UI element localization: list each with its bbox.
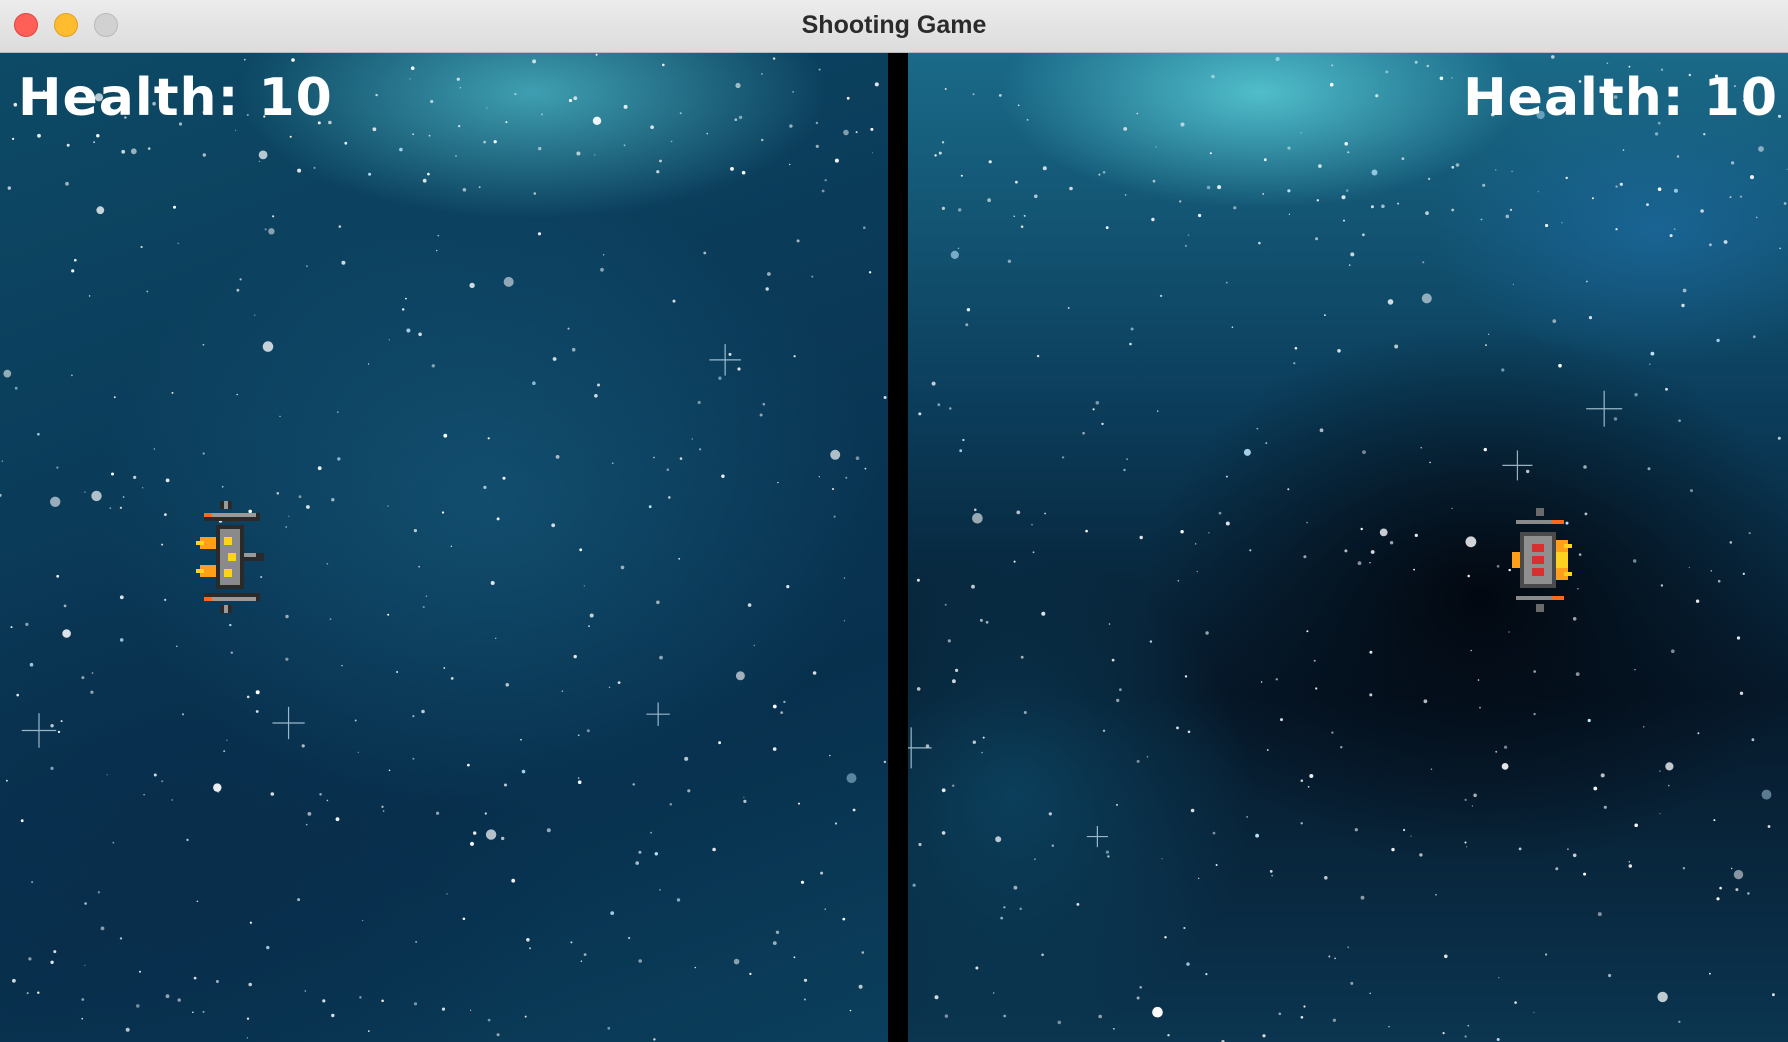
- starfield: [908, 55, 1788, 1042]
- player-one-viewport: Health: 10: [0, 53, 888, 1042]
- player-one-health: Health: 10: [18, 68, 333, 128]
- player-one-ship: [196, 501, 264, 613]
- window-title: Shooting Game: [801, 11, 987, 39]
- game-window: Shooting Game Health: 10 Health: 10: [0, 0, 1788, 1042]
- title-bar: Shooting Game: [0, 0, 1788, 53]
- player-two-ship: [1512, 508, 1572, 612]
- split-screen-divider: [888, 53, 908, 1042]
- game-canvas[interactable]: Health: 10 Health: 10: [0, 53, 1788, 1042]
- player-two-health: Health: 10: [1463, 68, 1778, 128]
- starfield: [0, 53, 887, 1041]
- player-two-viewport: Health: 10: [908, 53, 1788, 1042]
